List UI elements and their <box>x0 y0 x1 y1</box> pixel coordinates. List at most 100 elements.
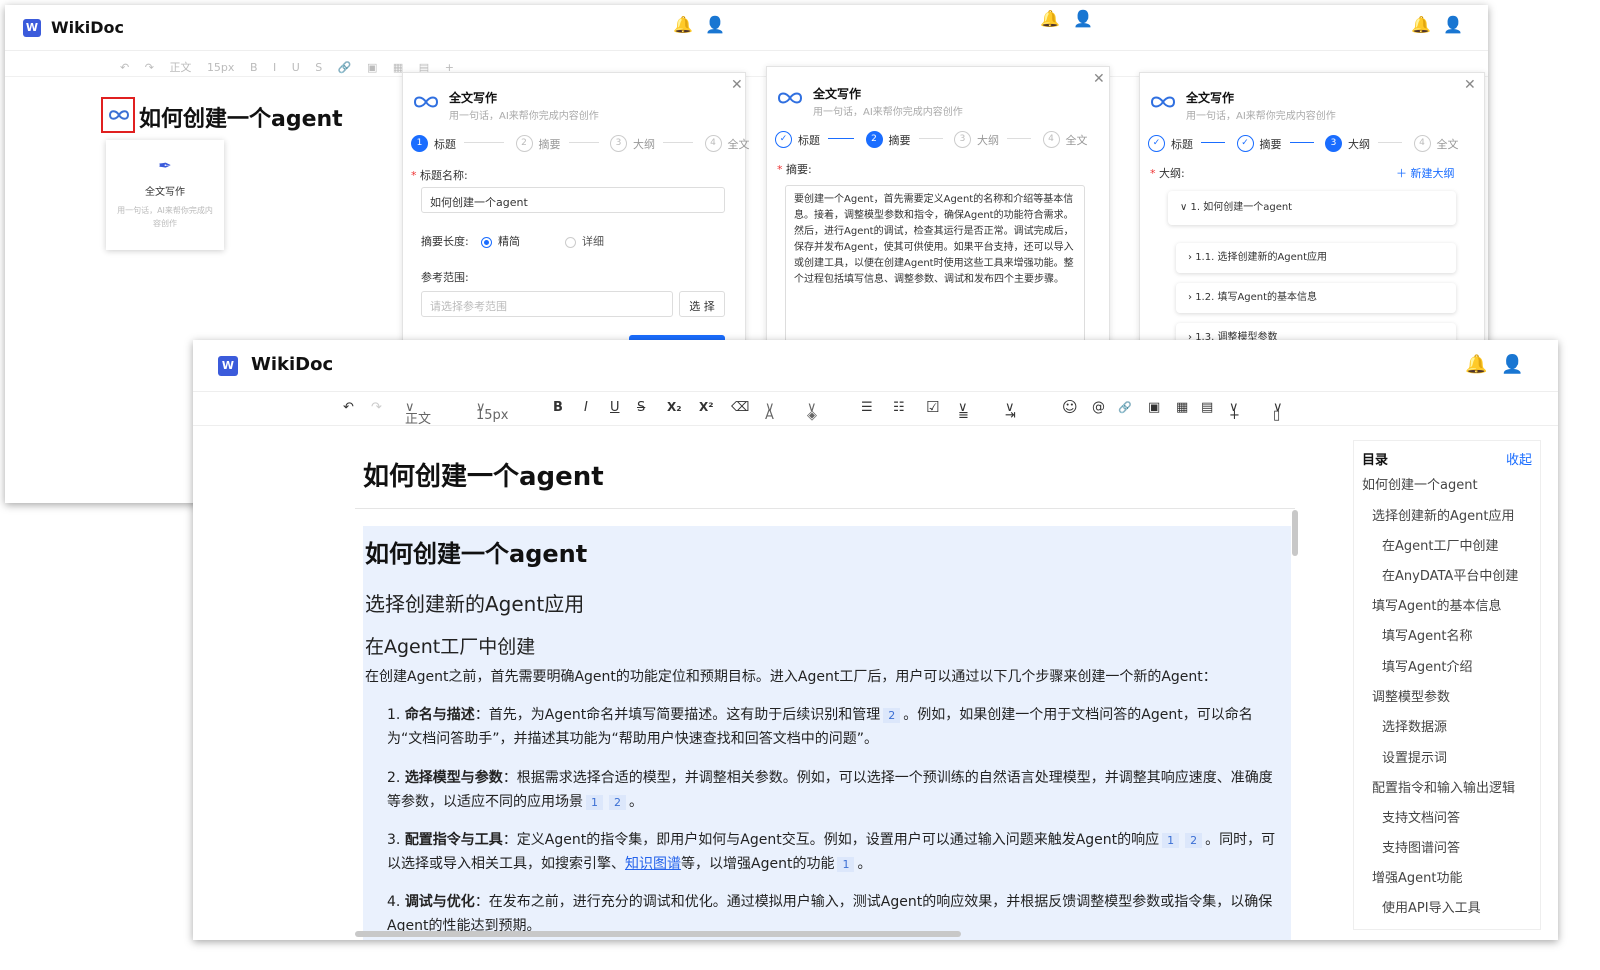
toc-collapse-button[interactable]: 收起 <box>1506 449 1532 468</box>
insert-icon[interactable]: + ∨ <box>1229 400 1240 423</box>
undo-icon[interactable]: ↶ <box>120 61 129 74</box>
user-icon[interactable]: 👤 <box>705 15 725 34</box>
step-1[interactable]: 1 标题 <box>411 135 456 152</box>
wikidoc-logo-icon: W <box>218 356 238 376</box>
highlight-color-icon[interactable]: ◈ ∨ <box>807 400 817 423</box>
italic-icon[interactable]: I <box>584 400 588 415</box>
radio-detail[interactable]: 详细 <box>565 233 604 249</box>
bold-icon[interactable]: B <box>553 400 563 415</box>
step-3[interactable]: 3 大纲 <box>954 131 999 148</box>
subscript-icon[interactable]: X₂ <box>667 400 682 414</box>
toc-item[interactable]: 填写Agent的基本信息 <box>1372 595 1501 614</box>
citation[interactable]: 2 <box>883 708 901 723</box>
bullet-list-icon[interactable]: ☰ <box>861 400 873 415</box>
step-2[interactable]: 2 摘要 <box>515 135 561 152</box>
size-select[interactable]: 15px <box>207 61 235 74</box>
citation[interactable]: 1 <box>837 857 855 872</box>
user-icon[interactable]: 👤 <box>1073 9 1093 28</box>
strikethrough-icon[interactable]: S <box>637 400 645 415</box>
bell-icon[interactable]: 🔔 <box>1040 9 1060 28</box>
italic-icon[interactable]: I <box>273 61 276 74</box>
popup-label: 全文写作 <box>145 187 185 198</box>
outline-item[interactable]: ∨ 1. 如何创建一个agent <box>1168 191 1456 225</box>
toc-item[interactable]: 支持文档问答 <box>1382 807 1460 826</box>
new-outline-button[interactable]: ＋ 新建大纲 <box>1396 165 1455 181</box>
toc-item[interactable]: 配置指令和输入输出逻辑 <box>1372 777 1515 796</box>
summary-textarea[interactable]: 要创建一个Agent，首先需要定义Agent的名称和介绍等基本信息。接着，调整模… <box>785 185 1085 355</box>
toc-item[interactable]: 调整模型参数 <box>1372 686 1450 705</box>
close-icon[interactable]: ✕ <box>731 77 743 93</box>
citation[interactable]: 1 <box>1162 833 1180 848</box>
user-icon[interactable]: 👤 <box>1443 15 1463 34</box>
bold-icon[interactable]: B <box>250 61 258 74</box>
citation[interactable]: 2 <box>609 795 626 810</box>
title-name-input[interactable]: 如何创建一个agent <box>421 187 725 213</box>
underline-icon[interactable]: U <box>292 61 300 74</box>
step-2[interactable]: 2 摘要 <box>865 131 911 148</box>
mention-icon[interactable]: @ <box>1092 400 1105 415</box>
step-4[interactable]: 4 全文 <box>1413 135 1459 152</box>
vertical-scrollbar[interactable] <box>1292 510 1298 556</box>
radio-brief[interactable]: 精简 <box>481 233 520 249</box>
close-icon[interactable]: ✕ <box>1464 77 1476 93</box>
ai-writing-popup[interactable]: ✒ 全文写作 用一句话，AI来帮你完成内容创作 <box>106 140 224 250</box>
bell-icon[interactable]: 🔔 <box>673 15 693 34</box>
toc-item[interactable]: 设置提示词 <box>1382 747 1447 766</box>
eraser-icon[interactable]: ⌫ <box>731 400 749 415</box>
generated-content[interactable]: 如何创建一个agent 选择创建新的Agent应用 在Agent工厂中创建 在创… <box>363 526 1291 940</box>
step-4[interactable]: 4 全文 <box>1042 131 1088 148</box>
step-4[interactable]: 4 全文 <box>704 135 750 152</box>
redo-icon[interactable]: ↷ <box>371 400 382 415</box>
undo-icon[interactable]: ↶ <box>343 400 354 415</box>
style-select[interactable]: 正文 ∨ <box>405 400 431 427</box>
toc-item[interactable]: 在Agent工厂中创建 <box>1382 535 1498 554</box>
font-color-icon[interactable]: A ∨ <box>765 400 775 423</box>
superscript-icon[interactable]: X² <box>699 400 714 414</box>
numbered-list-icon[interactable]: ☷ <box>893 400 905 415</box>
outline-item[interactable]: › 1.1. 选择创建新的Agent应用 <box>1176 243 1456 273</box>
align-icon[interactable]: ≡ ∨ <box>958 400 969 423</box>
checklist-icon[interactable]: ☑ <box>926 398 939 416</box>
bell-icon[interactable]: 🔔 <box>1411 15 1431 34</box>
style-select[interactable]: 正文 <box>169 59 191 75</box>
step-2[interactable]: ✓ 摘要 <box>1236 135 1282 152</box>
underline-icon[interactable]: U <box>610 400 620 415</box>
citation[interactable]: 1 <box>586 795 603 810</box>
select-button[interactable]: 选 择 <box>679 291 725 317</box>
toc-item[interactable]: 填写Agent名称 <box>1382 625 1472 644</box>
toc-item[interactable]: 填写Agent介绍 <box>1382 656 1472 675</box>
step-1[interactable]: ✓ 标题 <box>1148 135 1193 152</box>
table-icon[interactable]: ▦ <box>1176 400 1188 415</box>
citation[interactable]: 2 <box>1185 833 1203 848</box>
toc-item[interactable]: 选择数据源 <box>1382 716 1447 735</box>
toc-item[interactable]: 使用API导入工具 <box>1382 897 1481 916</box>
scope-input[interactable]: 请选择参考范围 <box>421 291 673 317</box>
toc-item[interactable]: 增强Agent功能 <box>1372 867 1462 886</box>
step-1[interactable]: ✓ 标题 <box>775 131 820 148</box>
user-icon[interactable]: 👤 <box>1501 354 1523 375</box>
knowledge-graph-link[interactable]: 知识图谱 <box>625 856 681 872</box>
redo-icon[interactable]: ↷ <box>145 61 154 74</box>
close-icon[interactable]: ✕ <box>1093 71 1105 87</box>
image-icon[interactable]: ▣ <box>1148 400 1160 415</box>
toc-item[interactable]: 如何创建一个agent <box>1362 474 1478 493</box>
emoji-icon[interactable]: ☺ <box>1062 398 1078 416</box>
outline-item[interactable]: › 1.2. 填写Agent的基本信息 <box>1176 283 1456 313</box>
font-size-select[interactable]: 15px ∨ <box>476 400 509 423</box>
bell-icon[interactable]: 🔔 <box>1465 354 1487 375</box>
step-3[interactable]: 3 大纲 <box>1325 135 1370 152</box>
toc-item[interactable]: 选择创建新的Agent应用 <box>1372 505 1514 524</box>
doc-title[interactable]: 如何创建一个agent <box>363 456 604 493</box>
template-icon[interactable]: ▯ ∨ <box>1273 400 1283 423</box>
ai-writing-trigger-highlight[interactable] <box>101 97 135 133</box>
indent-icon[interactable]: ⇥ ∨ <box>1005 400 1016 423</box>
link-icon[interactable]: 🔗 <box>338 61 352 74</box>
horizontal-scrollbar[interactable] <box>355 931 961 937</box>
toc-item[interactable]: 支持图谱问答 <box>1382 837 1460 856</box>
link-icon[interactable]: 🔗 <box>1118 401 1132 414</box>
strike-icon[interactable]: S <box>315 61 322 74</box>
image-icon[interactable]: ▣ <box>367 61 377 74</box>
toc-item[interactable]: 在AnyDATA平台中创建 <box>1382 565 1518 584</box>
code-block-icon[interactable]: ▤ <box>1201 400 1213 415</box>
step-3[interactable]: 3 大纲 <box>610 135 655 152</box>
